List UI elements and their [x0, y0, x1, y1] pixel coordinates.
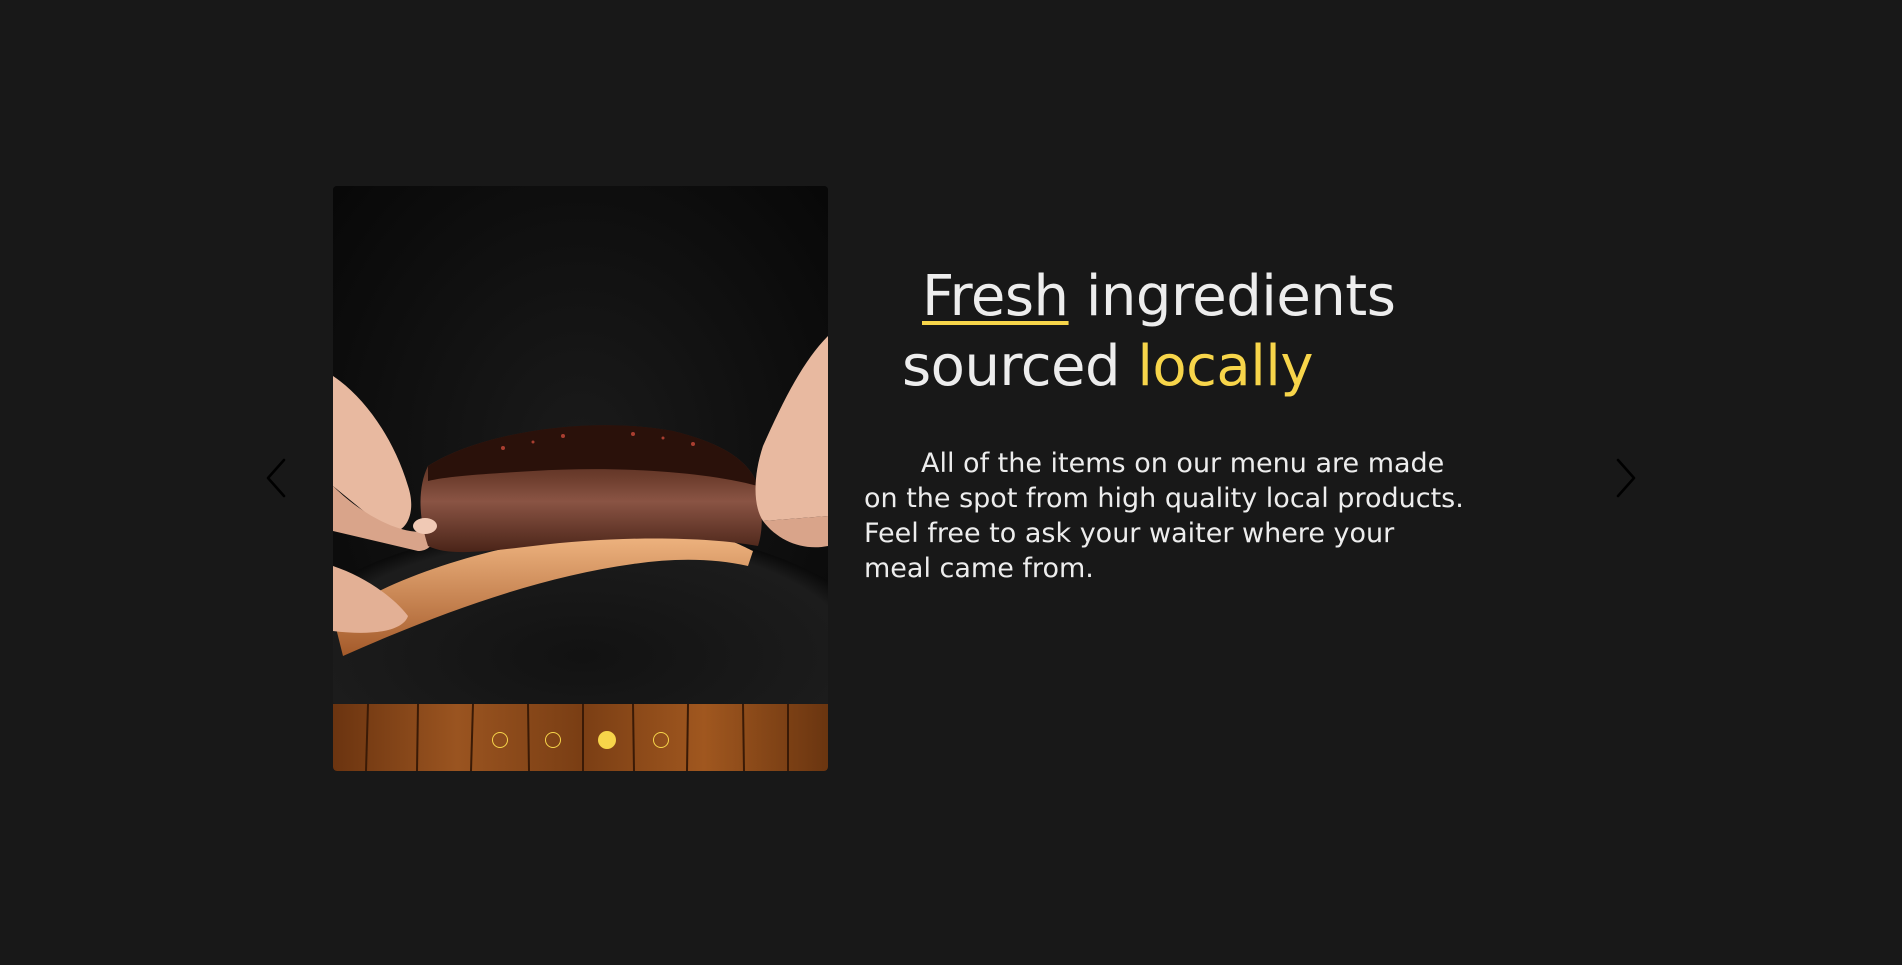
- slide-image: [333, 186, 828, 771]
- beef-rib-photo: [333, 186, 828, 771]
- chevron-right-icon: [1616, 458, 1636, 498]
- slide-content: Fresh ingredients sourced locally All of…: [864, 262, 1474, 586]
- prev-slide-button[interactable]: [258, 458, 292, 498]
- headline-highlight-word: locally: [1137, 334, 1313, 399]
- chevron-left-icon: [266, 458, 286, 498]
- slide-indicator-dots: [333, 731, 828, 749]
- headline-line-2: sourced locally: [864, 332, 1474, 402]
- slide-dot-4[interactable]: [653, 732, 669, 748]
- headline-line-2-start: sourced: [902, 334, 1138, 399]
- page: Fresh ingredients sourced locally All of…: [0, 0, 1902, 965]
- next-slide-button[interactable]: [1610, 458, 1644, 498]
- slide-dot-3-active[interactable]: [598, 731, 616, 749]
- slide-dot-1[interactable]: [492, 732, 508, 748]
- slide-headline: Fresh ingredients sourced locally: [864, 262, 1474, 402]
- slide-description: All of the items on our menu are made on…: [864, 448, 1464, 584]
- headline-line-1: Fresh ingredients: [864, 262, 1474, 332]
- slide-dot-2[interactable]: [545, 732, 561, 748]
- headline-underlined-word: Fresh: [922, 264, 1069, 329]
- headline-line-1-rest: ingredients: [1068, 264, 1396, 329]
